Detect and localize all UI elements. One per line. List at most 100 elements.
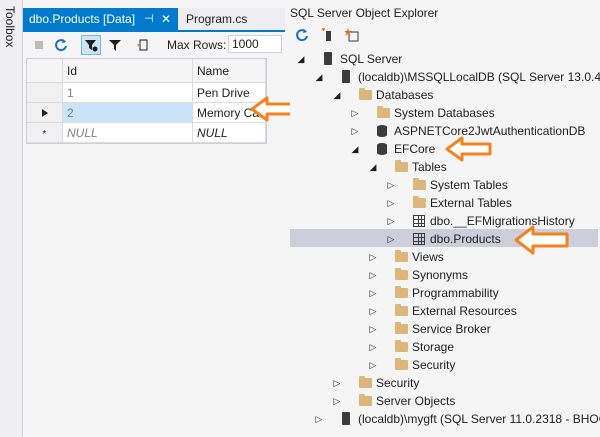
tree-node-label: (localdb)\mygft (SQL Server 11.0.2318 - … xyxy=(358,412,600,426)
tree-node-label: Service Broker xyxy=(412,322,491,336)
folder-icon xyxy=(359,376,372,388)
current-row-icon xyxy=(41,109,48,117)
table-row[interactable]: 1 Pen Drive xyxy=(27,83,266,103)
new-row-icon: * xyxy=(42,129,47,140)
data-editor-toolbar: Max Rows: xyxy=(23,33,285,57)
tree-node-label: Security xyxy=(412,358,456,372)
close-icon[interactable]: ✕ xyxy=(161,8,171,30)
collapsed-arrow-icon[interactable]: ▷ xyxy=(368,320,378,338)
collapsed-arrow-icon[interactable]: ▷ xyxy=(386,194,396,212)
tree-node-label: Tables xyxy=(412,160,447,174)
folder-icon xyxy=(413,196,426,208)
tab-program-cs-label: Program.cs xyxy=(186,12,248,26)
collapsed-arrow-icon[interactable]: ▷ xyxy=(314,410,324,428)
data-grid: Id Name 1 Pen Drive 2 Memory Card * NULL… xyxy=(26,58,267,144)
tree-node-label: EFCore xyxy=(394,142,436,156)
expanded-arrow-icon[interactable]: ◢ xyxy=(332,86,342,104)
collapsed-arrow-icon[interactable]: ▷ xyxy=(368,266,378,284)
collapsed-arrow-icon[interactable]: ▷ xyxy=(386,230,396,248)
collapsed-arrow-icon[interactable]: ▷ xyxy=(368,284,378,302)
folder-icon xyxy=(359,88,372,100)
tree-node-label: Synonyms xyxy=(412,268,469,282)
tree-node-label: SQL Server xyxy=(340,52,403,66)
collapsed-arrow-icon[interactable]: ▷ xyxy=(386,212,396,230)
folder-icon xyxy=(395,340,408,352)
stop-icon[interactable] xyxy=(29,35,49,55)
folder-icon xyxy=(395,160,408,172)
pin-icon[interactable]: ⊣ xyxy=(144,8,154,30)
expanded-arrow-icon[interactable]: ◢ xyxy=(314,68,324,86)
folder-icon xyxy=(395,286,408,298)
collapsed-arrow-icon[interactable]: ▷ xyxy=(368,338,378,356)
folder-icon xyxy=(395,268,408,280)
filter-sort-icon[interactable] xyxy=(81,35,101,55)
collapsed-arrow-icon[interactable]: ▷ xyxy=(368,356,378,374)
server-icon xyxy=(324,52,332,65)
object-explorer-title: SQL Server Object Explorer xyxy=(290,6,439,20)
table-icon xyxy=(413,233,425,245)
expanded-arrow-icon[interactable]: ◢ xyxy=(350,140,360,158)
tree-node-label: System Databases xyxy=(394,106,495,120)
max-rows-input[interactable] xyxy=(228,35,282,53)
new-query-icon[interactable] xyxy=(342,25,362,45)
tree-node-label: Storage xyxy=(412,340,455,354)
folder-icon xyxy=(395,322,408,334)
collapsed-arrow-icon[interactable]: ▷ xyxy=(368,248,378,266)
callout-arrow-icon xyxy=(514,225,569,255)
tree-node-label: dbo.Products xyxy=(430,232,501,246)
table-row[interactable]: * NULL NULL xyxy=(27,123,266,143)
server-icon xyxy=(342,412,350,425)
table-icon xyxy=(413,215,425,227)
collapsed-arrow-icon[interactable]: ▷ xyxy=(350,122,360,140)
folder-icon xyxy=(395,304,408,316)
column-header-id[interactable]: Id xyxy=(63,59,193,83)
expanded-arrow-icon[interactable]: ◢ xyxy=(296,50,306,68)
cell-name[interactable]: NULL xyxy=(193,123,266,143)
row-selector[interactable] xyxy=(27,83,63,103)
tab-products-data-label: dbo.Products [Data] xyxy=(29,12,136,26)
tree-node-label: External Resources xyxy=(412,304,517,318)
tab-program-cs[interactable]: Program.cs xyxy=(180,8,285,30)
tree-node-label: Server Objects xyxy=(376,394,456,408)
cell-id[interactable]: NULL xyxy=(63,123,193,143)
add-server-icon[interactable] xyxy=(318,25,338,45)
table-row[interactable]: 2 Memory Card xyxy=(27,103,266,123)
grid-header-row: Id Name xyxy=(27,59,266,83)
tree-node-label: Views xyxy=(412,250,444,264)
tree-node-label: External Tables xyxy=(430,196,512,210)
expanded-arrow-icon[interactable]: ◢ xyxy=(368,158,378,176)
tree-node-label: (localdb)\MSSQLLocalDB (SQL Server 13.0.… xyxy=(358,70,600,84)
column-header-name[interactable]: Name xyxy=(193,59,266,83)
database-icon xyxy=(377,143,387,155)
folder-icon xyxy=(413,178,426,190)
collapsed-arrow-icon[interactable]: ▷ xyxy=(332,392,342,410)
tree-node-label: Security xyxy=(376,376,420,390)
refresh-icon[interactable] xyxy=(51,35,71,55)
tree-node-label: Programmability xyxy=(412,286,499,300)
toolbox-label[interactable]: Toolbox xyxy=(3,6,17,47)
script-icon[interactable] xyxy=(133,35,153,55)
tree-node-label: System Tables xyxy=(430,178,508,192)
filter-icon[interactable] xyxy=(105,35,125,55)
cell-id[interactable]: 1 xyxy=(63,83,193,103)
object-explorer-toolbar xyxy=(290,24,600,46)
row-selector-current[interactable] xyxy=(27,103,63,123)
folder-icon xyxy=(359,394,372,406)
select-all-cell[interactable] xyxy=(27,59,63,83)
refresh-icon[interactable] xyxy=(292,25,312,45)
folder-icon xyxy=(395,358,408,370)
server-icon xyxy=(342,70,350,83)
tab-products-data[interactable]: dbo.Products [Data] ⊣ ✕ xyxy=(23,8,178,30)
callout-arrow-icon xyxy=(445,136,492,162)
collapsed-arrow-icon[interactable]: ▷ xyxy=(332,374,342,392)
row-selector-new[interactable]: * xyxy=(27,123,63,143)
collapsed-arrow-icon[interactable]: ▷ xyxy=(350,104,360,122)
collapsed-arrow-icon[interactable]: ▷ xyxy=(386,176,396,194)
tree-node-label: Databases xyxy=(376,88,434,102)
toolbox-panel[interactable]: Toolbox xyxy=(0,0,23,437)
collapsed-arrow-icon[interactable]: ▷ xyxy=(368,302,378,320)
max-rows-label: Max Rows: xyxy=(167,38,227,52)
folder-icon xyxy=(377,106,390,118)
cell-id[interactable]: 2 xyxy=(63,103,193,123)
document-tab-bar: dbo.Products [Data] ⊣ ✕ Program.cs xyxy=(23,8,285,30)
